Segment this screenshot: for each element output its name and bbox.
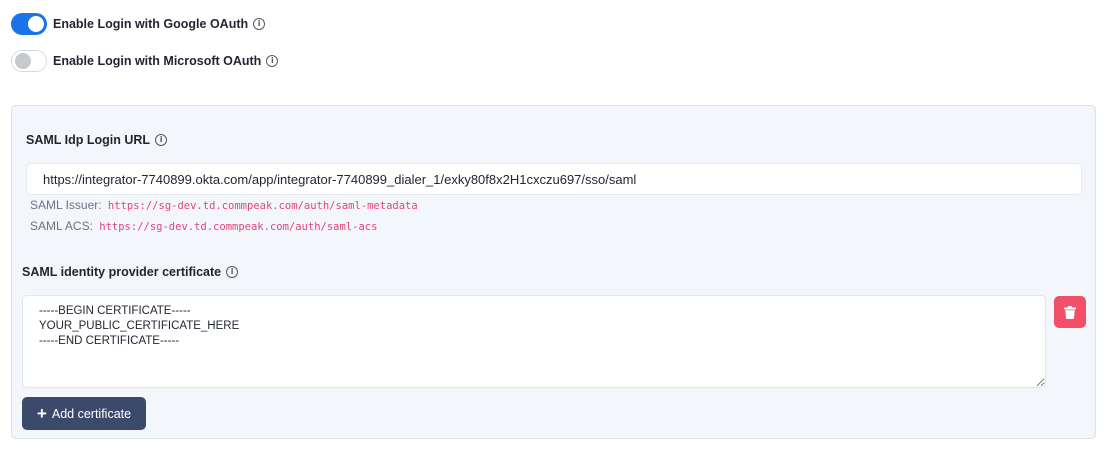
saml-certificate-label: SAML identity provider certificate [22,265,222,279]
info-icon[interactable]: i [253,18,266,30]
microsoft-oauth-row: Enable Login with Microsoft OAuth i [11,50,279,72]
delete-certificate-button[interactable] [1054,296,1086,328]
toggle-knob [28,16,44,32]
saml-issuer-label: SAML Issuer: [30,198,102,212]
trash-icon [1064,305,1076,319]
saml-login-url-input[interactable] [26,163,1082,195]
saml-acs-row: SAML ACS: https://sg-dev.td.commpeak.com… [30,219,377,233]
add-certificate-button[interactable]: + Add certificate [22,397,146,430]
saml-settings-panel: SAML Idp Login URL i SAML Issuer: https:… [11,105,1096,439]
add-certificate-label: Add certificate [51,406,132,421]
toggle-knob [15,53,31,69]
saml-acs-label: SAML ACS: [30,219,93,233]
microsoft-oauth-toggle[interactable] [11,50,47,72]
microsoft-oauth-label: Enable Login with Microsoft OAuth [53,54,262,68]
saml-login-url-heading: SAML Idp Login URL i [26,133,168,147]
google-oauth-label: Enable Login with Google OAuth [53,17,249,31]
saml-certificate-heading: SAML identity provider certificate i [22,265,239,279]
google-oauth-toggle[interactable] [11,13,47,35]
plus-icon: + [36,404,47,423]
info-icon[interactable]: i [226,266,239,278]
saml-issuer-value: https://sg-dev.td.commpeak.com/auth/saml… [107,200,418,212]
saml-acs-value: https://sg-dev.td.commpeak.com/auth/saml… [99,221,378,233]
google-oauth-row: Enable Login with Google OAuth i [11,13,266,35]
info-icon[interactable]: i [155,134,168,146]
saml-issuer-row: SAML Issuer: https://sg-dev.td.commpeak.… [30,198,418,212]
certificate-textarea[interactable]: -----BEGIN CERTIFICATE----- YOUR_PUBLIC_… [22,295,1046,388]
info-icon[interactable]: i [266,55,279,67]
saml-login-url-label: SAML Idp Login URL [26,133,151,147]
